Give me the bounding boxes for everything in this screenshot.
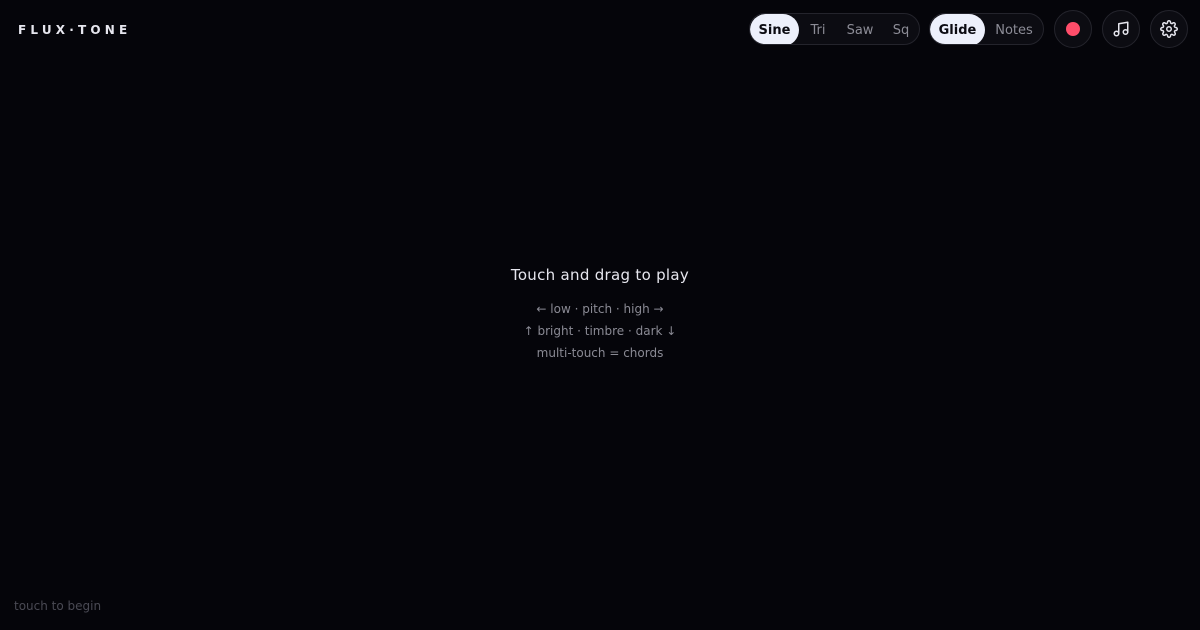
scale-button[interactable] — [1102, 10, 1140, 48]
waveform-saw-button[interactable]: Saw — [837, 14, 883, 44]
settings-button[interactable] — [1150, 10, 1188, 48]
mode-glide-button[interactable]: Glide — [930, 14, 985, 44]
waveform-tri-button[interactable]: Tri — [799, 14, 837, 44]
waveform-sine-button[interactable]: Sine — [750, 14, 799, 44]
mode-selector: Glide Notes — [929, 13, 1044, 45]
music-note-icon — [1113, 21, 1129, 37]
waveform-selector: Sine Tri Saw Sq — [749, 13, 920, 45]
gear-icon — [1160, 20, 1178, 38]
mode-notes-button[interactable]: Notes — [985, 14, 1043, 44]
instructions-headline: Touch and drag to play — [510, 266, 690, 284]
chords-hint: multi-touch = chords — [536, 346, 664, 360]
top-toolbar: Sine Tri Saw Sq Glide Notes — [749, 10, 1188, 48]
play-surface[interactable]: FLUX·TONE Sine Tri Saw Sq Glide Notes To… — [0, 0, 1200, 630]
app-logo: FLUX·TONE — [18, 23, 132, 37]
waveform-square-button[interactable]: Sq — [883, 14, 919, 44]
status-text: touch to begin — [14, 599, 102, 613]
pitch-hint: ← low · pitch · high → — [536, 302, 664, 316]
instructions: Touch and drag to play ← low · pitch · h… — [0, 264, 1200, 364]
timbre-hint: ↑ bright · timbre · dark ↓ — [523, 324, 677, 338]
record-icon — [1066, 22, 1080, 36]
record-button[interactable] — [1054, 10, 1092, 48]
